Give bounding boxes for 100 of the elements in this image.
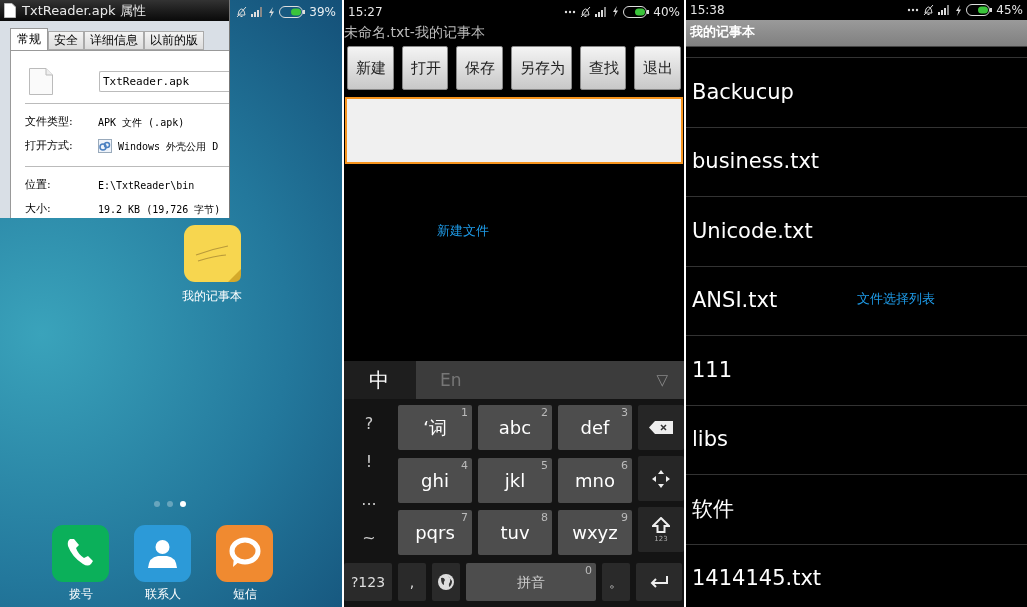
signal-icon: [251, 7, 265, 17]
file-name-field[interactable]: TxtReader.apk: [99, 70, 229, 92]
key-number: 9: [621, 510, 628, 527]
battery-percentage: 45%: [996, 2, 1023, 19]
keyboard-key[interactable]: [638, 456, 684, 501]
keyboard-key[interactable]: 。: [602, 563, 630, 601]
app-label[interactable]: 我的记事本: [182, 287, 242, 305]
enter-icon: [649, 576, 669, 588]
signal-icon: [938, 5, 952, 15]
status-time: 15:27: [348, 3, 383, 21]
keyboard-key[interactable]: pqrs 7: [398, 510, 472, 556]
field-value: Windows 外壳公用 D: [118, 139, 219, 154]
key-number: 0: [585, 563, 592, 579]
field-label: 大小:: [25, 200, 52, 217]
speech-bubble-icon: [216, 525, 273, 582]
annotation-text: 新建文件: [437, 222, 489, 240]
file-list-item[interactable]: 111: [686, 336, 1027, 406]
app-label[interactable]: 短信: [232, 585, 257, 603]
person-icon: [134, 525, 191, 582]
window-title: TxtReader.apk 属性: [22, 1, 146, 20]
file-list-item[interactable]: Unicode.txt: [686, 197, 1027, 267]
keyboard-key[interactable]: jkl 5: [478, 457, 552, 503]
symbol-key[interactable]: ?: [344, 405, 394, 443]
file-list-item[interactable]: libs: [686, 405, 1027, 475]
shift-icon: [652, 516, 670, 533]
more-icon: [564, 9, 577, 14]
app-title: 未命名.txt-我的记事本: [344, 23, 486, 41]
space-key[interactable]: 拼音 0: [466, 563, 596, 601]
cursor-move-icon: [652, 469, 670, 488]
file-icon: [4, 3, 16, 18]
file-name: Unicode.txt: [692, 217, 813, 245]
file-name: 111: [692, 356, 733, 384]
keyboard-key[interactable]: tuv 8: [478, 510, 552, 556]
file-name: 1414145.txt: [692, 565, 822, 592]
keyboard-key[interactable]: def 3: [558, 405, 632, 450]
file-list-item[interactable]: business.txt: [686, 127, 1027, 197]
battery-percentage: 39%: [309, 4, 336, 21]
keyboard-key[interactable]: abc 2: [478, 405, 552, 450]
sticky-note-icon: [183, 225, 241, 282]
key-number: 2: [541, 405, 548, 421]
file-name: ANSI.txt: [692, 287, 778, 314]
field-value: 19.2 KB (19,726 字节): [98, 202, 221, 217]
toolbar-button[interactable]: 新建: [347, 46, 394, 90]
dialog-tab[interactable]: 详细信息: [84, 31, 144, 50]
symbol-key[interactable]: !: [344, 443, 394, 481]
bell-off-icon: [236, 6, 248, 18]
charging-icon: [955, 4, 963, 16]
charging-icon: [268, 6, 276, 18]
keyboard-key[interactable]: ,: [398, 563, 426, 601]
toolbar-button[interactable]: 另存为: [510, 46, 572, 90]
toolbar-button[interactable]: 退出: [634, 46, 681, 90]
toolbar-button[interactable]: 打开: [401, 46, 449, 90]
field-value: E:\TxtReader\bin: [98, 178, 195, 193]
file-list-item[interactable]: Backucup: [686, 58, 1027, 128]
field-value: APK 文件 (.apk): [98, 115, 185, 130]
keyboard-key[interactable]: [432, 563, 460, 601]
globe-icon: [437, 573, 455, 591]
battery-icon: [966, 4, 993, 16]
keyboard-key[interactable]: [638, 405, 684, 450]
bell-off-icon: [580, 5, 592, 18]
keyboard-key[interactable]: [636, 563, 682, 601]
key-number: 7: [461, 510, 468, 527]
keyboard-key[interactable]: wxyz 9: [558, 510, 632, 556]
key-number: 5: [541, 457, 548, 474]
bell-off-icon: [923, 4, 935, 16]
toolbar-button[interactable]: 查找: [579, 46, 627, 90]
key-number: 3: [621, 405, 628, 421]
file-list-item[interactable]: 1414145.txt: [686, 544, 1027, 607]
keyboard-key[interactable]: ghi 4: [398, 457, 472, 503]
field-label: 文件类型:: [25, 113, 74, 130]
keyboard-key[interactable]: ?123: [344, 563, 392, 601]
field-label: 位置:: [25, 176, 52, 193]
field-label: 打开方式:: [25, 137, 74, 154]
toolbar-button[interactable]: 保存: [456, 46, 503, 90]
battery-percentage: 40%: [653, 3, 680, 21]
file-name: libs: [692, 426, 728, 453]
keyboard-key[interactable]: ‘词 1: [398, 405, 472, 450]
input-mode-tab[interactable]: 中: [344, 361, 416, 399]
app-label[interactable]: 联系人: [144, 585, 181, 603]
key-number: 8: [541, 510, 548, 527]
battery-icon: [623, 5, 650, 18]
status-time: 15:38: [690, 2, 725, 19]
key-number: 4: [461, 457, 468, 474]
symbol-key[interactable]: ~: [344, 519, 394, 557]
dialog-tab[interactable]: 常规: [10, 28, 48, 50]
app-label[interactable]: 拨号: [68, 585, 93, 603]
phone-icon: [52, 525, 109, 582]
program-icon: [98, 139, 112, 153]
symbol-key[interactable]: ...: [344, 481, 394, 519]
battery-icon: [279, 6, 306, 18]
title-text: 我的记事本: [689, 23, 756, 41]
file-list-item[interactable]: 软件: [686, 475, 1027, 545]
dialog-tab[interactable]: 以前的版: [144, 31, 204, 50]
file-name: Backucup: [692, 78, 794, 106]
file-name: business.txt: [692, 148, 820, 175]
keyboard-key[interactable]: mno 6: [558, 457, 632, 503]
key-number: 6: [621, 457, 628, 474]
dialog-tab[interactable]: 安全: [48, 31, 84, 50]
charging-icon: [612, 6, 620, 17]
file-icon: [29, 67, 53, 95]
